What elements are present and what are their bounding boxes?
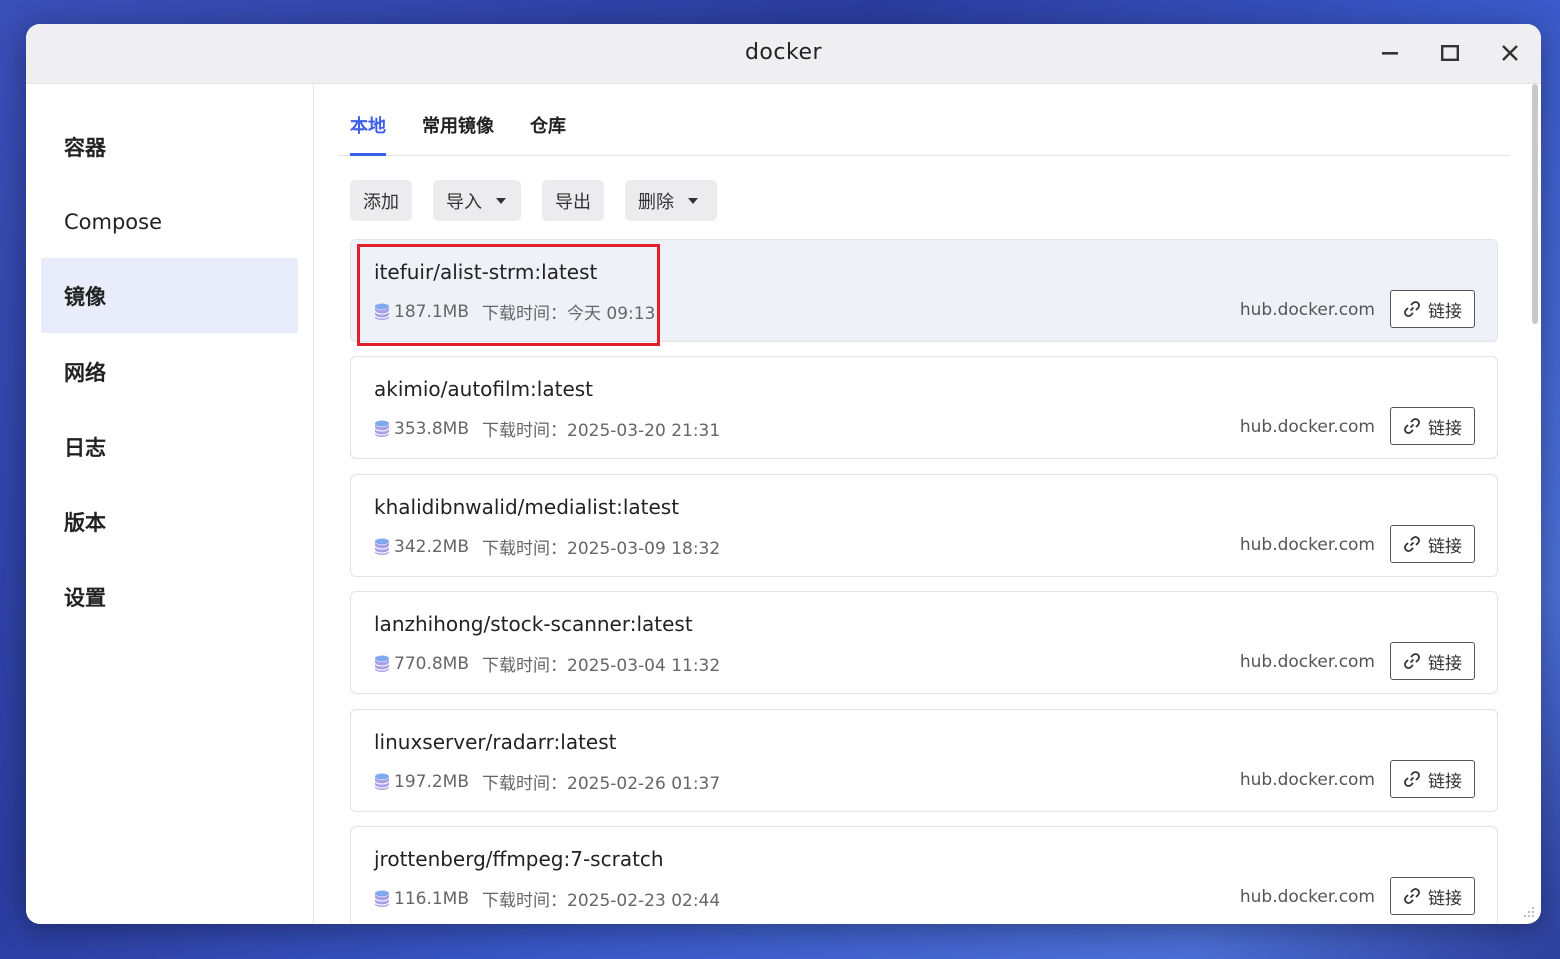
sidebar-item-network[interactable]: 网络 bbox=[41, 334, 298, 409]
sidebar-item-settings[interactable]: 设置 bbox=[41, 559, 298, 634]
database-icon bbox=[374, 773, 390, 790]
sidebar-item-logs[interactable]: 日志 bbox=[41, 409, 298, 484]
sidebar-item-images[interactable]: 镜像 bbox=[41, 258, 298, 333]
link-icon bbox=[1404, 301, 1420, 317]
export-button[interactable]: 导出 bbox=[542, 180, 604, 221]
link-button-label: 链接 bbox=[1428, 536, 1462, 557]
image-name: itefuir/alist-strm:latest bbox=[374, 260, 598, 284]
main-panel: 本地 常用镜像 仓库 添加 导入 导出 删除 itefuir/alist-str… bbox=[315, 84, 1541, 924]
scrollbar[interactable] bbox=[1531, 84, 1539, 924]
import-button-label: 导入 bbox=[446, 191, 482, 213]
image-download-time: 下载时间：2025-03-09 18:32 bbox=[482, 539, 721, 559]
tab-bar: 本地 常用镜像 仓库 bbox=[338, 84, 1510, 156]
image-size: 770.8MB bbox=[394, 653, 469, 674]
link-button[interactable]: 链接 bbox=[1390, 290, 1475, 328]
link-button-label: 链接 bbox=[1428, 653, 1462, 674]
image-meta: 116.1MB 下载时间：2025-02-23 02:44 bbox=[374, 886, 720, 911]
minimize-button[interactable] bbox=[1373, 38, 1407, 68]
image-size: 197.2MB bbox=[394, 771, 469, 792]
link-button-label: 链接 bbox=[1428, 771, 1462, 792]
image-card[interactable]: khalidibnwalid/medialist:latest 342.2MB … bbox=[350, 474, 1498, 577]
export-button-label: 导出 bbox=[555, 191, 591, 213]
scrollbar-thumb[interactable] bbox=[1532, 84, 1538, 324]
link-icon bbox=[1404, 418, 1420, 434]
link-button[interactable]: 链接 bbox=[1390, 877, 1475, 915]
database-icon bbox=[374, 890, 390, 907]
image-card[interactable]: lanzhihong/stock-scanner:latest 770.8MB … bbox=[350, 591, 1498, 694]
window-title: docker bbox=[744, 40, 823, 65]
image-size: 187.1MB bbox=[394, 301, 469, 322]
link-button[interactable]: 链接 bbox=[1390, 760, 1475, 798]
import-dropdown-button[interactable]: 导入 bbox=[433, 180, 521, 221]
image-name: linuxserver/radarr:latest bbox=[374, 730, 617, 754]
minimize-icon bbox=[1382, 52, 1398, 55]
caret-down-icon bbox=[496, 197, 506, 204]
image-meta: 353.8MB 下载时间：2025-03-20 21:31 bbox=[374, 416, 720, 441]
image-size: 342.2MB bbox=[394, 536, 469, 557]
database-icon bbox=[374, 538, 390, 555]
image-name: jrottenberg/ffmpeg:7-scratch bbox=[374, 847, 664, 871]
image-card[interactable]: linuxserver/radarr:latest 197.2MB 下载时间：2… bbox=[350, 709, 1498, 812]
image-registry: hub.docker.com bbox=[1239, 535, 1375, 555]
image-meta: 770.8MB 下载时间：2025-03-04 11:32 bbox=[374, 651, 720, 676]
close-icon bbox=[1502, 45, 1518, 61]
resize-grip-icon[interactable] bbox=[1521, 904, 1535, 918]
image-meta: 187.1MB 下载时间：今天 09:13 bbox=[374, 299, 655, 324]
maximize-button[interactable] bbox=[1433, 38, 1467, 68]
caret-down-icon bbox=[688, 197, 698, 204]
image-download-time: 下载时间：2025-02-23 02:44 bbox=[482, 891, 721, 911]
delete-button-label: 删除 bbox=[638, 191, 674, 213]
title-bar: docker bbox=[26, 24, 1541, 84]
tab-common-images[interactable]: 常用镜像 bbox=[422, 112, 494, 138]
image-meta: 197.2MB 下载时间：2025-02-26 01:37 bbox=[374, 769, 720, 794]
tab-registry[interactable]: 仓库 bbox=[530, 112, 566, 138]
link-button-label: 链接 bbox=[1428, 888, 1462, 909]
sidebar-item-compose[interactable]: Compose bbox=[41, 184, 298, 259]
link-button[interactable]: 链接 bbox=[1390, 407, 1475, 445]
database-icon bbox=[374, 303, 390, 320]
image-size: 116.1MB bbox=[394, 888, 469, 909]
link-button[interactable]: 链接 bbox=[1390, 642, 1475, 680]
image-registry: hub.docker.com bbox=[1239, 887, 1375, 907]
link-button[interactable]: 链接 bbox=[1390, 525, 1475, 563]
image-download-time: 下载时间：今天 09:13 bbox=[482, 304, 656, 324]
image-meta: 342.2MB 下载时间：2025-03-09 18:32 bbox=[374, 534, 720, 559]
image-registry: hub.docker.com bbox=[1239, 652, 1375, 672]
image-registry: hub.docker.com bbox=[1239, 417, 1375, 437]
maximize-icon bbox=[1441, 45, 1459, 61]
close-button[interactable] bbox=[1493, 38, 1527, 68]
database-icon bbox=[374, 420, 390, 437]
image-card[interactable]: akimio/autofilm:latest 353.8MB 下载时间：2025… bbox=[350, 356, 1498, 459]
image-name: akimio/autofilm:latest bbox=[374, 377, 594, 401]
sidebar-item-version[interactable]: 版本 bbox=[41, 484, 298, 559]
image-card[interactable]: jrottenberg/ffmpeg:7-scratch 116.1MB 下载时… bbox=[350, 826, 1498, 924]
link-icon bbox=[1404, 771, 1420, 787]
link-icon bbox=[1404, 888, 1420, 904]
delete-dropdown-button[interactable]: 删除 bbox=[625, 180, 717, 221]
add-button-label: 添加 bbox=[363, 191, 399, 213]
sidebar-item-containers[interactable]: 容器 bbox=[41, 109, 298, 184]
add-button[interactable]: 添加 bbox=[350, 180, 412, 221]
tab-local[interactable]: 本地 bbox=[350, 112, 386, 138]
link-icon bbox=[1404, 536, 1420, 552]
image-card[interactable]: itefuir/alist-strm:latest 187.1MB 下载时间：今… bbox=[350, 239, 1498, 342]
image-name: khalidibnwalid/medialist:latest bbox=[374, 495, 680, 519]
sidebar: 容器 Compose 镜像 网络 日志 版本 设置 bbox=[26, 84, 314, 924]
image-name: lanzhihong/stock-scanner:latest bbox=[374, 612, 693, 636]
link-button-label: 链接 bbox=[1428, 418, 1462, 439]
tab-active-indicator bbox=[350, 153, 386, 156]
link-icon bbox=[1404, 653, 1420, 669]
image-download-time: 下载时间：2025-03-04 11:32 bbox=[482, 656, 721, 676]
docker-window: docker 容器 Compose 镜像 网络 日志 版本 设置 本地 常用镜像… bbox=[26, 24, 1541, 924]
database-icon bbox=[374, 655, 390, 672]
link-button-label: 链接 bbox=[1428, 301, 1462, 322]
image-size: 353.8MB bbox=[394, 418, 469, 439]
image-download-time: 下载时间：2025-03-20 21:31 bbox=[482, 421, 721, 441]
image-registry: hub.docker.com bbox=[1239, 770, 1375, 790]
image-registry: hub.docker.com bbox=[1239, 300, 1375, 320]
image-download-time: 下载时间：2025-02-26 01:37 bbox=[482, 774, 721, 794]
